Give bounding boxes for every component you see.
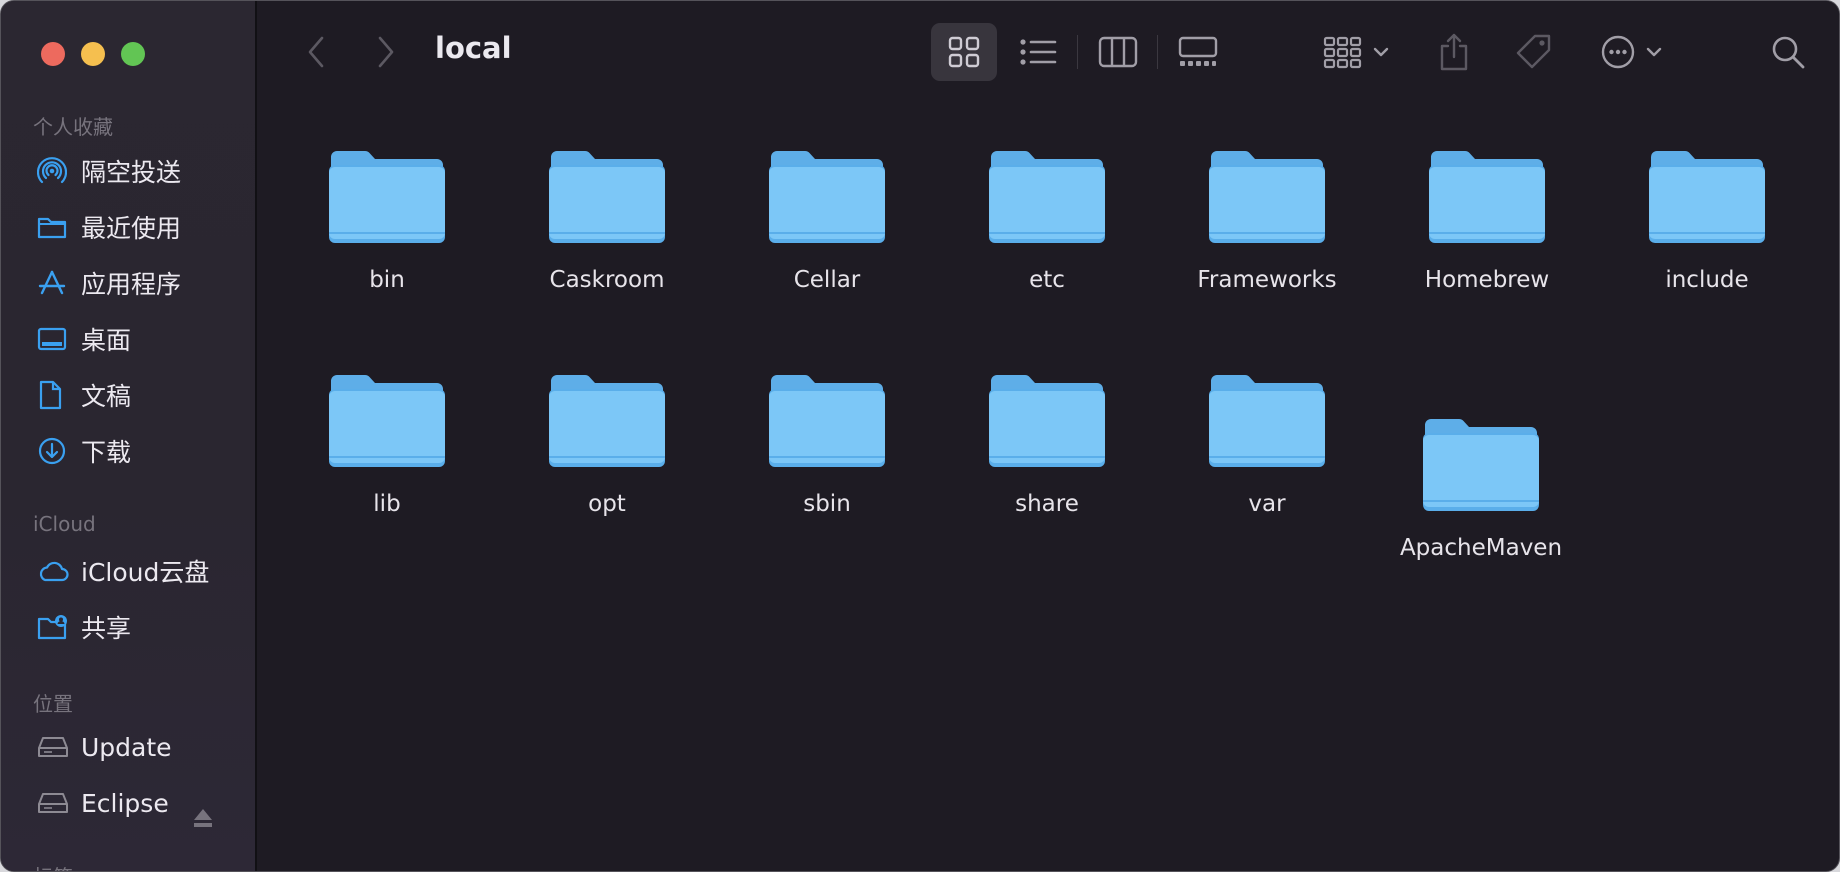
folder-name: bin bbox=[369, 267, 405, 293]
sidebar-item-icloud-drive[interactable]: iCloud云盘 bbox=[25, 547, 245, 595]
folder-item[interactable]: bin bbox=[287, 145, 487, 293]
folder-item[interactable]: etc bbox=[947, 145, 1147, 293]
column-view-icon[interactable] bbox=[1085, 23, 1151, 81]
forward-icon[interactable] bbox=[371, 33, 401, 71]
sidebar-item-label: 最近使用 bbox=[81, 214, 182, 243]
main-content: local bin Caskroom Cellar etc Frameworks… bbox=[259, 1, 1839, 871]
folder-icon bbox=[1209, 150, 1325, 243]
sidebar-item-label: Update bbox=[81, 732, 172, 762]
tag-icon[interactable] bbox=[1509, 23, 1559, 81]
minimize-button[interactable] bbox=[81, 42, 105, 66]
folder-icon bbox=[549, 150, 665, 243]
folder-item[interactable]: sbin bbox=[727, 369, 927, 517]
sidebar-item-label: Eclipse bbox=[81, 788, 169, 818]
sidebar-item-downloads[interactable]: 下载 bbox=[25, 427, 245, 475]
folder-icon bbox=[1429, 150, 1545, 243]
list-view-icon[interactable] bbox=[1005, 23, 1071, 81]
more-icon[interactable] bbox=[1593, 23, 1673, 81]
search-icon[interactable] bbox=[1763, 27, 1813, 77]
sidebar-item-update[interactable]: Update bbox=[25, 723, 245, 771]
folder-icon bbox=[329, 150, 445, 243]
folder-name: Homebrew bbox=[1424, 267, 1550, 293]
window-title: local bbox=[435, 31, 512, 65]
share-icon[interactable] bbox=[1429, 23, 1479, 81]
folder-name: var bbox=[1248, 491, 1286, 517]
folder-name: Frameworks bbox=[1197, 267, 1337, 293]
folder-name: opt bbox=[588, 491, 626, 517]
sidebar-item-label: 共享 bbox=[81, 614, 132, 643]
sidebar-item-applications[interactable]: 应用程序 bbox=[25, 259, 245, 307]
eject-icon[interactable] bbox=[191, 807, 215, 829]
icon-view-icon[interactable] bbox=[931, 23, 997, 81]
folder-item[interactable]: Frameworks bbox=[1167, 145, 1367, 293]
applications-icon bbox=[25, 268, 81, 298]
sidebar-item-recents[interactable]: 最近使用 bbox=[25, 203, 245, 251]
folder-item[interactable]: lib bbox=[287, 369, 487, 517]
folder-icon bbox=[1209, 374, 1325, 467]
folder-item[interactable]: opt bbox=[507, 369, 707, 517]
folder-item[interactable]: ApacheMaven bbox=[1381, 413, 1581, 561]
sidebar-item-label: 桌面 bbox=[81, 326, 132, 355]
folder-recents-icon bbox=[25, 214, 81, 240]
folder-item[interactable]: share bbox=[947, 369, 1147, 517]
folder-name: Caskroom bbox=[549, 267, 665, 293]
folder-item[interactable]: include bbox=[1607, 145, 1807, 293]
cloud-icon bbox=[25, 559, 81, 583]
sidebar-item-shared[interactable]: 共享 bbox=[25, 603, 245, 651]
folder-name: lib bbox=[373, 491, 401, 517]
group-icon[interactable] bbox=[1319, 23, 1397, 81]
document-icon bbox=[25, 380, 81, 410]
folder-icon bbox=[549, 374, 665, 467]
sidebar-item-airdrop[interactable]: 隔空投送 bbox=[25, 147, 245, 195]
folder-icon bbox=[1649, 150, 1765, 243]
folder-icon bbox=[989, 150, 1105, 243]
gallery-view-icon[interactable] bbox=[1165, 23, 1231, 81]
back-icon[interactable] bbox=[301, 33, 331, 71]
toolbar: local bbox=[259, 1, 1839, 103]
sidebar-item-label: iCloud云盘 bbox=[81, 558, 210, 587]
folder-name: etc bbox=[1029, 267, 1065, 293]
sidebar-item-documents[interactable]: 文稿 bbox=[25, 371, 245, 419]
maximize-button[interactable] bbox=[121, 42, 145, 66]
folder-icon bbox=[329, 374, 445, 467]
folder-icon bbox=[1423, 418, 1539, 511]
folder-icon bbox=[769, 374, 885, 467]
locations-header: 位置 bbox=[33, 692, 73, 716]
download-icon bbox=[25, 436, 81, 466]
disk-icon bbox=[25, 735, 81, 759]
folder-icon bbox=[989, 374, 1105, 467]
tags-header: 标签 bbox=[33, 861, 73, 871]
sidebar-item-label: 应用程序 bbox=[81, 270, 182, 299]
folder-name: sbin bbox=[803, 491, 851, 517]
sidebar-item-label: 隔空投送 bbox=[81, 158, 182, 187]
folder-item[interactable]: var bbox=[1167, 369, 1367, 517]
close-button[interactable] bbox=[41, 42, 65, 66]
folder-item[interactable]: Cellar bbox=[727, 145, 927, 293]
shared-folder-icon bbox=[25, 613, 81, 641]
finder-window: 个人收藏 隔空投送 最近使用 应用程序 桌面 文稿 下载 iCloud iClo… bbox=[0, 0, 1840, 872]
folder-name: share bbox=[1015, 491, 1079, 517]
folder-item[interactable]: Homebrew bbox=[1387, 145, 1587, 293]
folder-name: ApacheMaven bbox=[1399, 535, 1563, 561]
airdrop-icon bbox=[25, 156, 81, 186]
icloud-header: iCloud bbox=[33, 512, 96, 536]
sidebar: 个人收藏 隔空投送 最近使用 应用程序 桌面 文稿 下载 iCloud iClo… bbox=[1, 1, 257, 871]
sidebar-item-desktop[interactable]: 桌面 bbox=[25, 315, 245, 363]
sidebar-item-label: 下载 bbox=[81, 438, 132, 467]
favorites-header: 个人收藏 bbox=[33, 115, 113, 139]
folder-name: Cellar bbox=[793, 267, 861, 293]
sidebar-item-label: 文稿 bbox=[81, 382, 132, 411]
folder-name: include bbox=[1665, 267, 1749, 293]
desktop-icon bbox=[25, 326, 81, 352]
folder-icon bbox=[769, 150, 885, 243]
disk-icon bbox=[25, 791, 81, 815]
file-grid: bin Caskroom Cellar etc Frameworks Homeb… bbox=[259, 103, 1839, 871]
folder-item[interactable]: Caskroom bbox=[507, 145, 707, 293]
